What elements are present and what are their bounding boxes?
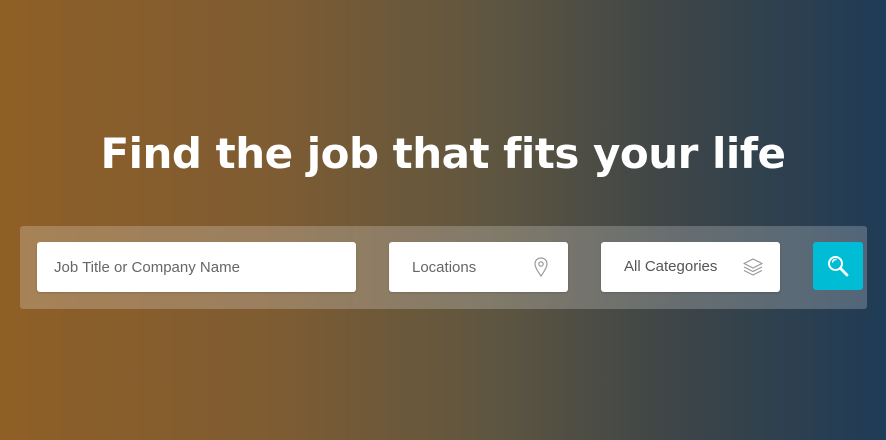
map-pin-icon: [530, 256, 552, 278]
search-icon: [828, 256, 849, 277]
keyword-field[interactable]: [37, 242, 356, 292]
category-select[interactable]: All Categories: [601, 242, 780, 292]
layers-icon: [742, 256, 764, 278]
hero-section: Find the job that fits your life All Cat…: [0, 0, 886, 440]
category-select-value: All Categories: [624, 258, 718, 275]
hero-headline: Find the job that fits your life: [100, 129, 786, 178]
search-submit-button[interactable]: [813, 242, 863, 290]
keyword-input[interactable]: [37, 242, 356, 292]
job-search-bar: All Categories: [20, 226, 867, 309]
location-field[interactable]: [389, 242, 568, 292]
